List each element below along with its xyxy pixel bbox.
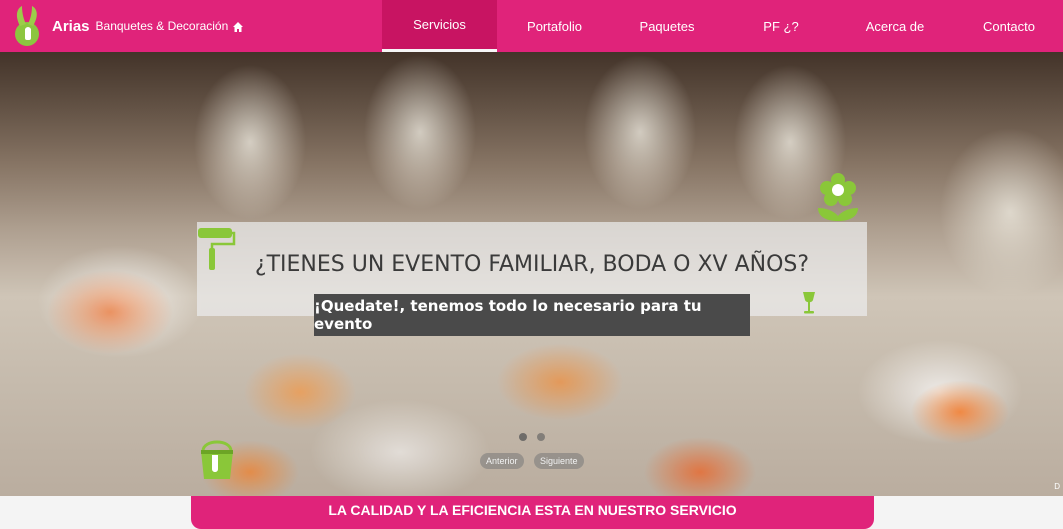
- nav-servicios[interactable]: Servicios: [382, 0, 497, 52]
- hero-title: ¿TIENES UN EVENTO FAMILIAR, BODA O XV AÑ…: [254, 252, 810, 277]
- quality-banner: LA CALIDAD Y LA EFICIENCIA ESTA EN NUEST…: [191, 496, 874, 529]
- carousel-indicator-2[interactable]: [537, 433, 545, 441]
- nav-paquetes[interactable]: Paquetes: [612, 0, 722, 52]
- carousel-prev-button[interactable]: Anterior: [480, 453, 524, 469]
- carousel-indicator-1[interactable]: [519, 433, 527, 441]
- wine-glass-icon: [801, 290, 817, 321]
- hero-carousel: ¿TIENES UN EVENTO FAMILIAR, BODA O XV AÑ…: [0, 52, 1063, 496]
- carousel-next-button[interactable]: Siguiente: [534, 453, 584, 469]
- brand[interactable]: Arias Banquetes & Decoración: [8, 0, 244, 52]
- paint-bucket-icon: [198, 435, 236, 488]
- home-icon: [232, 20, 244, 32]
- corner-mark: D: [1054, 482, 1060, 491]
- carousel-indicators: [519, 433, 545, 441]
- brand-tagline: Banquetes & Decoración: [95, 19, 229, 33]
- paint-roller-icon: [196, 226, 236, 277]
- logo-icon: [8, 4, 46, 48]
- nav-acerca-de[interactable]: Acerca de: [840, 0, 950, 52]
- brand-name: Arias: [52, 17, 90, 35]
- hero-subtitle: ¡Quedate!, tenemos todo lo necesario par…: [314, 294, 750, 336]
- flower-icon: [815, 172, 861, 227]
- nav-contacto[interactable]: Contacto: [955, 0, 1063, 52]
- nav-pf[interactable]: PF ¿?: [722, 0, 840, 52]
- navbar: Arias Banquetes & Decoración Servicios P…: [0, 0, 1063, 52]
- nav-portafolio[interactable]: Portafolio: [497, 0, 612, 52]
